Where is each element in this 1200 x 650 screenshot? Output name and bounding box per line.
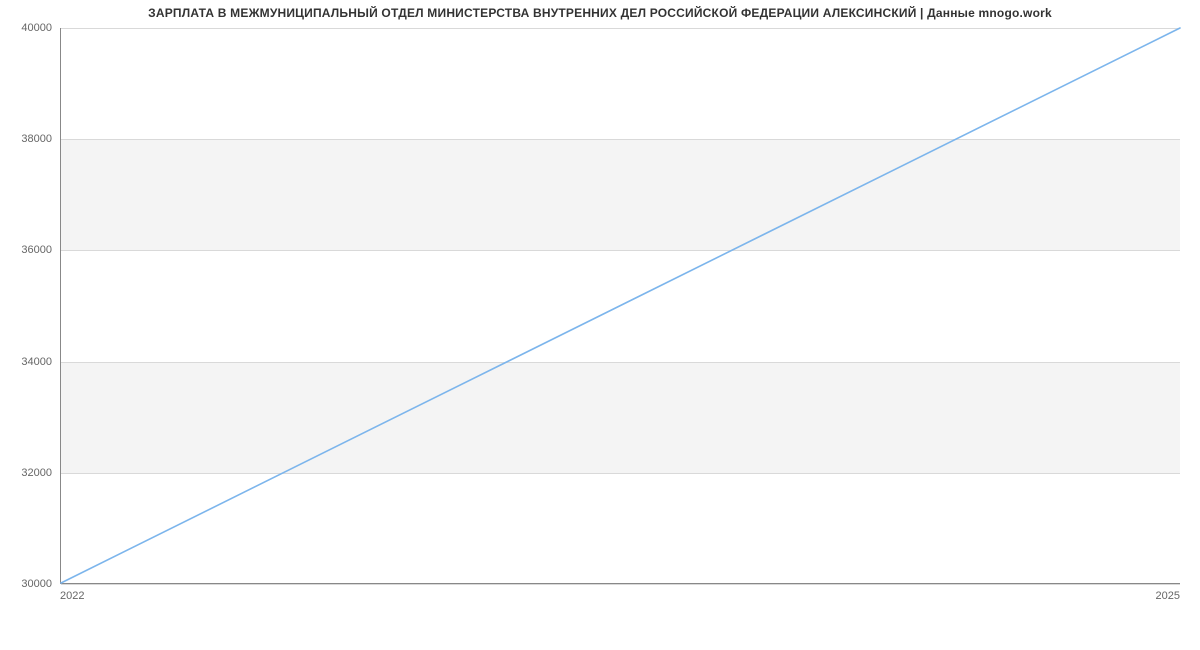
plot-area bbox=[60, 28, 1180, 584]
series-layer bbox=[61, 28, 1180, 583]
chart-title: ЗАРПЛАТА В МЕЖМУНИЦИПАЛЬНЫЙ ОТДЕЛ МИНИСТ… bbox=[0, 6, 1200, 20]
x-axis-tick-label: 2025 bbox=[1156, 590, 1180, 602]
y-axis-tick-label: 40000 bbox=[21, 22, 52, 34]
grid-line bbox=[61, 584, 1180, 585]
y-axis-tick-label: 30000 bbox=[21, 578, 52, 590]
series-line bbox=[61, 28, 1180, 583]
chart-container: ЗАРПЛАТА В МЕЖМУНИЦИПАЛЬНЫЙ ОТДЕЛ МИНИСТ… bbox=[0, 0, 1200, 650]
y-axis-tick-label: 32000 bbox=[21, 467, 52, 479]
y-axis-tick-label: 38000 bbox=[21, 133, 52, 145]
y-axis-tick-label: 36000 bbox=[21, 244, 52, 256]
y-axis-tick-label: 34000 bbox=[21, 356, 52, 368]
x-axis-tick-label: 2022 bbox=[60, 590, 84, 602]
